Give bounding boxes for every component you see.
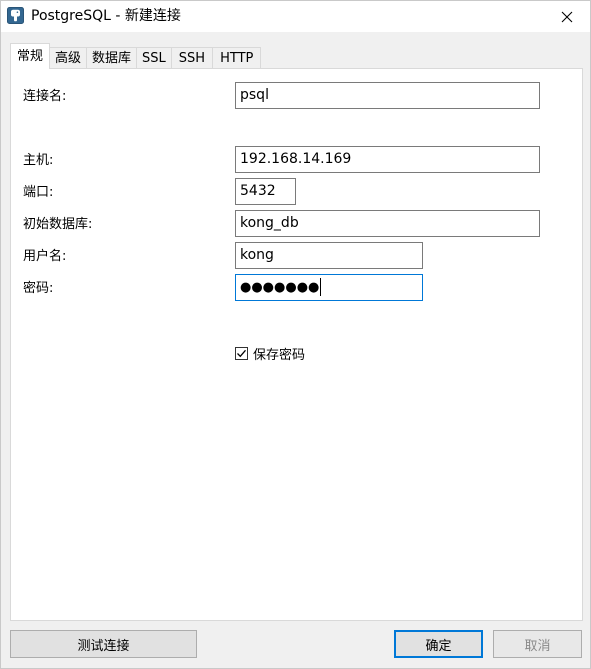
checkmark-icon: [237, 349, 246, 358]
tab-general[interactable]: 常规: [10, 43, 51, 69]
postgresql-elephant-icon: [7, 7, 24, 24]
tab-ssl[interactable]: SSL: [136, 47, 172, 69]
port-label: 端口:: [23, 185, 54, 200]
host-input[interactable]: 192.168.14.169: [235, 146, 540, 173]
username-input[interactable]: kong: [235, 242, 423, 269]
window-title: PostgreSQL - 新建连接: [31, 8, 181, 24]
tab-http[interactable]: HTTP: [212, 47, 262, 69]
tab-strip: 常规 高级 数据库 SSL SSH HTTP: [10, 43, 262, 69]
save-password-label: 保存密码: [253, 348, 306, 363]
initial-database-input[interactable]: kong_db: [235, 210, 540, 237]
username-label: 用户名:: [23, 249, 67, 264]
cancel-button[interactable]: 取消: [493, 630, 582, 658]
ok-button[interactable]: 确定: [394, 630, 483, 658]
save-password-checkbox[interactable]: [235, 347, 248, 360]
close-button[interactable]: [544, 1, 590, 32]
password-input[interactable]: ●●●●●●●: [235, 274, 423, 301]
connection-name-input[interactable]: psql: [235, 82, 540, 109]
tab-advanced[interactable]: 高级: [49, 47, 88, 69]
port-input[interactable]: 5432: [235, 178, 296, 205]
close-icon: [561, 11, 573, 22]
general-tab-panel: 连接名: psql 主机: 192.168.14.169 端口: 5432 初始…: [10, 68, 583, 621]
tab-databases[interactable]: 数据库: [86, 47, 138, 69]
text-caret: [320, 278, 322, 296]
title-bar: PostgreSQL - 新建连接: [1, 1, 590, 32]
password-label: 密码:: [23, 281, 54, 296]
test-connection-button[interactable]: 测试连接: [10, 630, 197, 658]
new-connection-dialog: PostgreSQL - 新建连接 常规 高级 数据库 SSL SSH HTTP…: [0, 0, 591, 669]
host-label: 主机:: [23, 153, 54, 168]
dialog-body: 常规 高级 数据库 SSL SSH HTTP 连接名: psql 主机: 192…: [1, 32, 590, 668]
tab-ssh[interactable]: SSH: [170, 47, 214, 69]
password-masked-value: ●●●●●●●: [240, 280, 320, 295]
connection-name-label: 连接名:: [23, 89, 67, 104]
save-password-toggle[interactable]: 保存密码: [235, 344, 305, 363]
initial-database-label: 初始数据库:: [23, 217, 93, 232]
